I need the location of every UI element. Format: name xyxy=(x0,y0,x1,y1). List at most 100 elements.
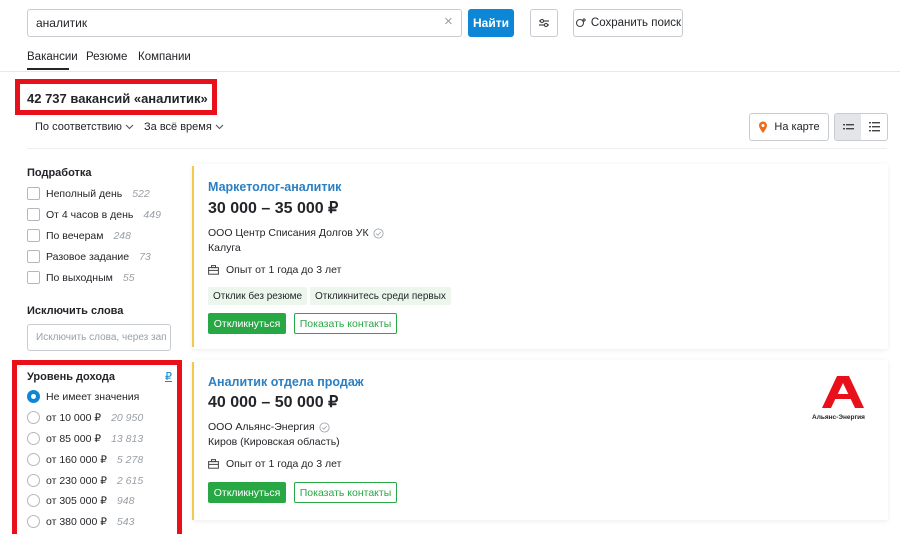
find-button[interactable]: Найти xyxy=(468,9,514,37)
vacancy-city: Калуга xyxy=(208,242,241,254)
option-label: По вечерам xyxy=(46,229,104,242)
option-label: от 160 000 ₽ xyxy=(46,453,107,466)
option-count: 55 xyxy=(122,271,135,284)
sort-relevance-label: По соответствию xyxy=(35,121,122,133)
sliders-icon xyxy=(539,18,549,28)
radio-button[interactable] xyxy=(27,515,40,528)
apply-button[interactable]: Откликнуться xyxy=(208,482,286,503)
highlight-frame-income xyxy=(12,360,182,534)
compact-view-button[interactable] xyxy=(835,114,861,140)
results-count-title: 42 737 вакансий «аналитик» xyxy=(27,91,208,106)
sort-period-label: За всё время xyxy=(144,121,212,133)
part-time-title: Подработка xyxy=(27,167,92,179)
checkbox[interactable] xyxy=(27,208,40,221)
header-divider xyxy=(0,71,900,72)
advanced-filter-button[interactable] xyxy=(530,9,558,37)
briefcase-icon xyxy=(208,265,219,275)
part-time-option[interactable]: Неполный день 522 xyxy=(27,187,150,200)
map-button-label: На карте xyxy=(774,121,820,133)
tab-resumes[interactable]: Резюме xyxy=(86,51,127,63)
show-contacts-button[interactable]: Показать контакты xyxy=(294,482,397,503)
income-option[interactable]: от 85 000 ₽ 13 813 xyxy=(27,432,143,445)
option-label: Не имеет значения xyxy=(46,390,140,403)
search-query-text: аналитик xyxy=(36,16,88,30)
checkbox[interactable] xyxy=(27,250,40,263)
briefcase-icon xyxy=(208,459,219,469)
checkbox[interactable] xyxy=(27,229,40,242)
apply-button[interactable]: Откликнуться xyxy=(208,313,286,334)
option-label: Разовое задание xyxy=(46,250,130,263)
income-option[interactable]: от 305 000 ₽ 948 xyxy=(27,494,134,507)
sort-period-dropdown[interactable]: За всё время xyxy=(144,121,224,133)
chevron-down-icon xyxy=(215,124,224,130)
company-name[interactable]: ООО Центр Списания Долгов УК xyxy=(208,227,384,239)
option-count: 248 xyxy=(113,229,131,242)
sort-relevance-dropdown[interactable]: По соответствию xyxy=(35,121,134,133)
view-toggle[interactable] xyxy=(834,113,888,141)
no-resume-badge: Отклик без резюме xyxy=(208,287,308,305)
checkbox[interactable] xyxy=(27,271,40,284)
option-label: от 380 000 ₽ xyxy=(46,515,107,528)
card-accent-bar xyxy=(192,166,194,347)
card-accent-bar xyxy=(192,362,194,520)
income-option[interactable]: от 230 000 ₽ 2 615 xyxy=(27,474,143,487)
detailed-view-button[interactable] xyxy=(861,114,887,140)
income-option[interactable]: Не имеет значения xyxy=(27,390,139,403)
checkbox[interactable] xyxy=(27,187,40,200)
detailed-list-icon xyxy=(868,122,880,132)
radio-button[interactable] xyxy=(27,474,40,487)
part-time-option[interactable]: Разовое задание 73 xyxy=(27,250,151,263)
radio-button[interactable] xyxy=(27,411,40,424)
active-tab-indicator xyxy=(27,68,69,70)
tab-companies[interactable]: Компании xyxy=(138,51,191,63)
option-count: 73 xyxy=(139,250,151,263)
save-search-icon xyxy=(575,18,586,28)
part-time-option[interactable]: По выходным 55 xyxy=(27,271,135,284)
verified-check-icon xyxy=(319,421,330,433)
vacancy-title-link[interactable]: Маркетолог-аналитик xyxy=(208,180,341,194)
part-time-option[interactable]: От 4 часов в день 449 xyxy=(27,208,161,221)
clear-search-icon[interactable]: × xyxy=(444,13,453,30)
income-option[interactable]: от 160 000 ₽ 5 278 xyxy=(27,453,143,466)
radio-button[interactable] xyxy=(27,494,40,507)
map-pin-icon xyxy=(759,121,768,133)
company-logo-caption: Альянс-Энергия xyxy=(812,414,865,421)
option-count: 522 xyxy=(132,187,150,200)
part-time-option[interactable]: По вечерам 248 xyxy=(27,229,131,242)
be-first-badge: Откликнитесь среди первых xyxy=(310,287,451,305)
save-search-button[interactable]: Сохранить поиск xyxy=(573,9,683,37)
option-label: Неполный день xyxy=(46,187,123,200)
save-search-label: Сохранить поиск xyxy=(590,17,682,29)
tab-vacancies[interactable]: Вакансии xyxy=(27,51,78,63)
company-name[interactable]: ООО Альянс-Энергия xyxy=(208,421,330,433)
company-name-text: ООО Центр Списания Долгов УК xyxy=(208,227,369,239)
radio-button-selected[interactable] xyxy=(27,390,40,403)
sort-divider xyxy=(27,148,887,149)
income-option[interactable]: от 10 000 ₽ 20 950 xyxy=(27,411,143,424)
option-label: от 10 000 ₽ xyxy=(46,411,102,424)
option-count: 543 xyxy=(116,515,135,528)
vacancy-salary: 30 000 – 35 000 ₽ xyxy=(208,200,339,217)
search-input[interactable] xyxy=(27,9,462,37)
map-button[interactable]: На карте xyxy=(749,113,829,141)
option-count: 5 278 xyxy=(116,453,144,466)
option-count: 948 xyxy=(116,494,135,507)
income-option[interactable]: от 380 000 ₽ 543 xyxy=(27,515,134,528)
experience-text: Опыт от 1 года до 3 лет xyxy=(226,458,342,470)
option-label: от 230 000 ₽ xyxy=(46,474,107,487)
option-label: От 4 часов в день xyxy=(46,208,134,221)
show-contacts-button[interactable]: Показать контакты xyxy=(294,313,397,334)
option-count: 13 813 xyxy=(111,432,144,445)
experience-row: Опыт от 1 года до 3 лет xyxy=(208,458,341,470)
income-level-title: Уровень дохода xyxy=(27,371,116,383)
option-count: 449 xyxy=(143,208,161,221)
radio-button[interactable] xyxy=(27,453,40,466)
vacancy-title-link[interactable]: Аналитик отдела продаж xyxy=(208,375,364,389)
radio-button[interactable] xyxy=(27,432,40,445)
exclude-words-input[interactable]: Исключить слова, через зап xyxy=(27,324,171,351)
experience-text: Опыт от 1 года до 3 лет xyxy=(226,264,342,276)
currency-switch-link[interactable]: ₽ xyxy=(165,370,172,383)
option-label: от 305 000 ₽ xyxy=(46,494,107,507)
company-name-text: ООО Альянс-Энергия xyxy=(208,421,315,433)
company-logo-icon[interactable] xyxy=(820,374,866,410)
